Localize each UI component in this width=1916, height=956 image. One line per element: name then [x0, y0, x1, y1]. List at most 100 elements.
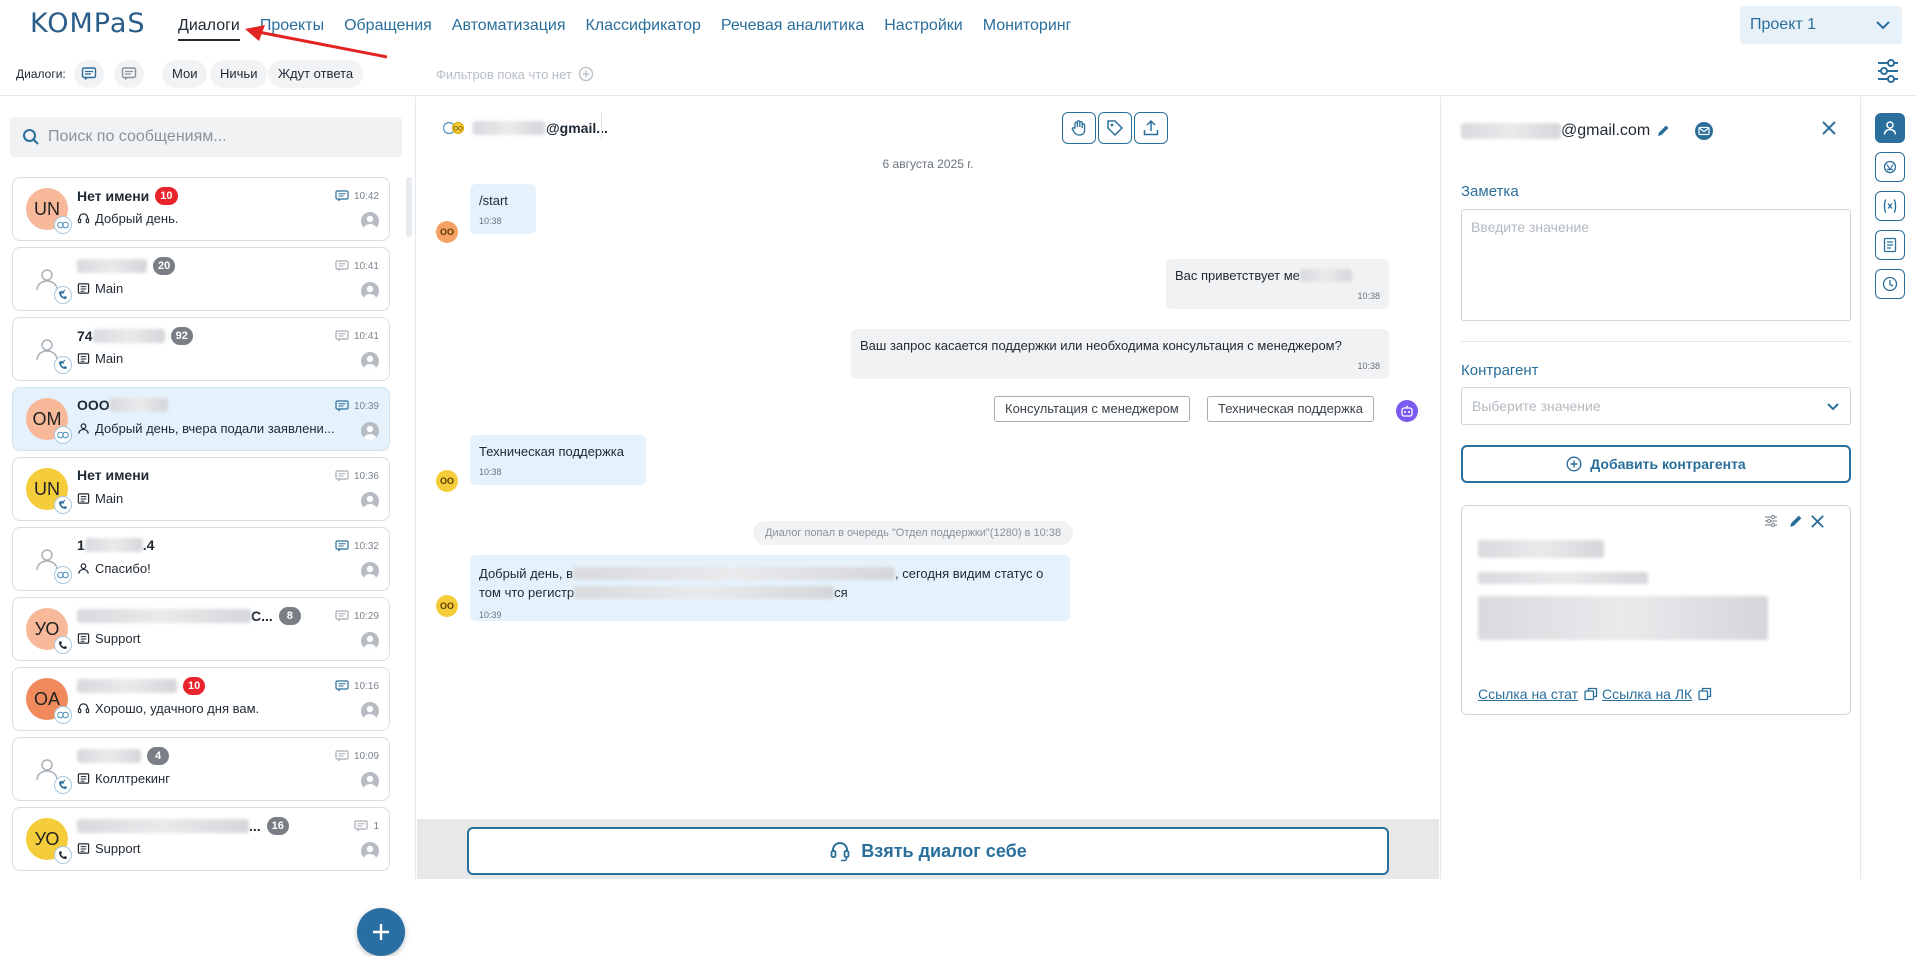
export-button[interactable]: [1134, 112, 1168, 144]
dialog-item[interactable]: OM ООО Добрый день, вчера подали заявлени.…: [12, 387, 390, 451]
no-filters[interactable]: Фильтров пока что нет: [436, 66, 594, 82]
account-link[interactable]: Ссылка на ЛК: [1602, 686, 1712, 702]
dialog-item[interactable]: UN Нет имени Main 10:36: [12, 457, 390, 521]
counterparty-card: Ссылка на стат Ссылка на ЛК: [1461, 505, 1851, 715]
nav-automation[interactable]: Автоматизация: [452, 16, 566, 41]
dialog-last-message: Support: [77, 841, 141, 856]
agent-avatar-icon: [361, 422, 379, 440]
message-icon: [335, 470, 349, 482]
grab-dialog-button[interactable]: [1062, 112, 1096, 144]
message-time: 10:38: [479, 467, 502, 477]
contact-email[interactable]: @gmail.com: [1461, 122, 1650, 140]
filter-awaiting-chip[interactable]: Ждут ответа: [268, 60, 364, 88]
date-separator: 6 августа 2025 г.: [882, 157, 974, 171]
filter-chat-button[interactable]: [74, 60, 104, 88]
dialog-item[interactable]: 1.4 Спасибо! 10:32: [12, 527, 390, 591]
dialog-time: 10:39: [335, 400, 379, 412]
chat-outline-icon: [121, 66, 137, 82]
dialog-item[interactable]: УО... 16 Support 1: [12, 807, 390, 871]
unread-count-badge: 16: [266, 817, 289, 835]
chat-contact[interactable]: @gmail...: [473, 120, 608, 136]
rail-variables-button[interactable]: [1875, 191, 1905, 221]
dialog-item[interactable]: OA 10 Хорошо, удачного дня вам. 10:16: [12, 667, 390, 731]
variable-icon: [1882, 198, 1898, 214]
copy-icon[interactable]: [1584, 687, 1598, 701]
call-channel-icon: [54, 496, 72, 514]
dialog-title-row: 10: [77, 677, 206, 695]
message-icon: [335, 400, 349, 412]
message-outgoing: Ваш запрос касается поддержки или необхо…: [851, 329, 1389, 379]
unread-count-badge: 92: [170, 327, 193, 345]
side-rail: [1860, 97, 1916, 879]
dialog-name: 1: [77, 537, 85, 553]
nav-monitoring[interactable]: Мониторинг: [983, 16, 1072, 41]
plus-icon: [370, 921, 392, 943]
unread-count-badge: 10: [155, 187, 178, 205]
dialog-item[interactable]: 74 92 Main 10:41: [12, 317, 390, 381]
dialog-item[interactable]: УО С... 8 Support 10:29: [12, 597, 390, 661]
counterparty-select[interactable]: Выберите значение: [1461, 387, 1851, 425]
take-dialog-button[interactable]: Взять диалог себе: [467, 827, 1389, 875]
message-time: 10:38: [1357, 361, 1380, 371]
counterparty-label: Контрагент: [1461, 362, 1539, 379]
nav-speech-analytics[interactable]: Речевая аналитика: [721, 16, 864, 41]
dialog-preview-text: Support: [95, 841, 141, 856]
filter-unassigned-chip[interactable]: Ничьи: [210, 60, 268, 88]
tag-button[interactable]: [1098, 112, 1132, 144]
dialog-last-message: Хорошо, удачного дня вам.: [77, 701, 259, 716]
dialog-time-text: 10:16: [353, 680, 379, 692]
filter-settings-icon[interactable]: [1876, 58, 1900, 84]
copy-icon[interactable]: [1698, 687, 1712, 701]
stats-link[interactable]: Ссылка на стат: [1478, 686, 1598, 702]
project-select[interactable]: Проект 1: [1740, 6, 1902, 44]
rail-notes-button[interactable]: [1875, 230, 1905, 260]
add-circle-icon: [578, 66, 594, 82]
dialog-preview-text: Хорошо, удачного дня вам.: [95, 701, 260, 716]
rail-history-button[interactable]: [1875, 269, 1905, 299]
chevron-down-icon: [1826, 399, 1840, 413]
sliders-icon[interactable]: [1764, 514, 1778, 528]
pencil-icon[interactable]: [1656, 124, 1670, 138]
note-textarea[interactable]: [1461, 209, 1851, 321]
list-scrollbar[interactable]: [406, 177, 412, 237]
redacted-text: [77, 819, 249, 833]
message-icon: [335, 330, 349, 342]
close-icon[interactable]: [1810, 514, 1825, 529]
dialog-item[interactable]: 20 Main 10:41: [12, 247, 390, 311]
dialog-time-text: 1: [373, 820, 379, 832]
add-circle-icon: [1566, 456, 1582, 472]
message-icon: [354, 820, 369, 832]
agent-avatar-icon: [361, 562, 379, 580]
dialog-item[interactable]: UN Нет имени 10 Добрый день. 10:42: [12, 177, 390, 241]
unread-count-badge: 20: [153, 257, 176, 275]
redacted-text: [84, 538, 143, 552]
dialog-title-row: 74 92: [77, 327, 193, 345]
pencil-icon[interactable]: [1788, 514, 1803, 529]
new-dialog-button[interactable]: [357, 908, 405, 956]
message-time: 10:38: [1357, 291, 1380, 301]
search-box[interactable]: [10, 117, 402, 157]
dialog-last-message: Добрый день, вчера подали заявлени...: [77, 421, 335, 436]
nav-settings[interactable]: Настройки: [884, 16, 962, 41]
phone-channel-icon: [54, 636, 72, 654]
search-input[interactable]: [48, 128, 378, 146]
quick-reply-support[interactable]: Техническая поддержка: [1207, 396, 1374, 422]
message-icon: [335, 540, 349, 552]
app-logo[interactable]: KOMPaS: [30, 8, 146, 39]
contact-email-text: @gmail.com: [1561, 122, 1651, 139]
nav-dialogs[interactable]: Диалоги: [178, 16, 240, 41]
quick-reply-manager[interactable]: Консультация с менеджером: [994, 396, 1190, 422]
filter-chat-outline-button[interactable]: [114, 60, 144, 88]
filter-mine-chip[interactable]: Мои: [162, 60, 208, 88]
dialog-item[interactable]: 4 Коллтрекинг 10:09: [12, 737, 390, 801]
add-counterparty-button[interactable]: Добавить контрагента: [1461, 445, 1851, 483]
dialog-last-message: Main: [77, 351, 123, 366]
nav-classifier[interactable]: Классификатор: [585, 16, 700, 41]
close-icon[interactable]: [1821, 120, 1837, 136]
message-text: /start: [479, 193, 508, 208]
agent-avatar-icon: [361, 492, 379, 510]
dialog-time-text: 10:41: [353, 260, 379, 272]
rail-ai-button[interactable]: [1875, 152, 1905, 182]
dialog-preview-text: Добрый день, вчера подали заявлени...: [95, 421, 335, 436]
rail-contact-button[interactable]: [1875, 113, 1905, 143]
